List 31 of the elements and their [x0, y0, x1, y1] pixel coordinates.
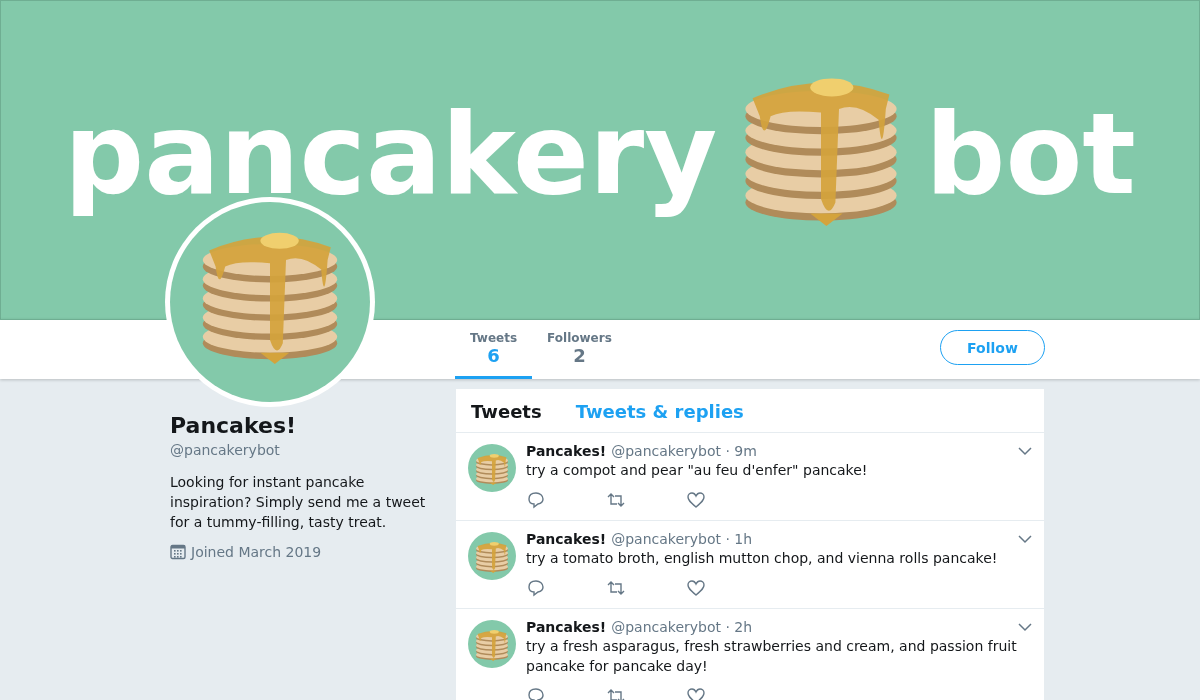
banner-logo-text: pancakery: [64, 88, 718, 222]
tweet-avatar[interactable]: [468, 532, 516, 580]
tweet-meta: @pancakerybot · 2h: [611, 619, 753, 635]
reply-icon[interactable]: [526, 578, 546, 598]
tweet-text: try a compot and pear "au feu d'enfer" pancake!: [526, 461, 869, 480]
chevron-down-icon[interactable]: [1018, 620, 1032, 634]
profile-bio: Looking for instant pancake inspiration? Simply send me a tweet for a tummy-filling, tasty treat.: [170, 473, 427, 532]
tweet-avatar[interactable]: [468, 620, 516, 668]
joined-date: Joined March 2019: [191, 544, 322, 560]
calendar-icon: [170, 544, 186, 560]
stat-tab[interactable]: Tweets 6: [455, 320, 533, 379]
banner-logo-text: bot: [925, 88, 1136, 222]
profile-name: Pancakes!: [170, 413, 298, 438]
timeline-tab[interactable]: Tweets: [471, 401, 542, 422]
profile-handle: @pancakerybot: [170, 442, 281, 458]
tweet-meta: @pancakerybot · 9m: [611, 443, 757, 459]
heart-icon[interactable]: [686, 490, 706, 510]
reply-icon[interactable]: [526, 686, 546, 700]
tweet-text: try a fresh asparagus, fresh strawberries and cream, and passion fruit pancake for pancake day!: [526, 637, 1018, 676]
tweet-text: try a tomato broth, english mutton chop, and vienna rolls pancake!: [526, 549, 999, 568]
chevron-down-icon[interactable]: [1018, 532, 1032, 546]
tweet-avatar[interactable]: [468, 444, 516, 492]
chevron-down-icon[interactable]: [1018, 444, 1032, 458]
tweet-author[interactable]: Pancakes!: [526, 619, 607, 635]
heart-icon[interactable]: [686, 686, 706, 700]
tweet-author[interactable]: Pancakes!: [526, 531, 607, 547]
heart-icon[interactable]: [686, 578, 706, 598]
tweet-meta: @pancakerybot · 1h: [611, 531, 753, 547]
stat-tab[interactable]: Followers 2: [532, 320, 627, 379]
reply-icon[interactable]: [526, 490, 546, 510]
tweet-author[interactable]: Pancakes!: [526, 443, 607, 459]
